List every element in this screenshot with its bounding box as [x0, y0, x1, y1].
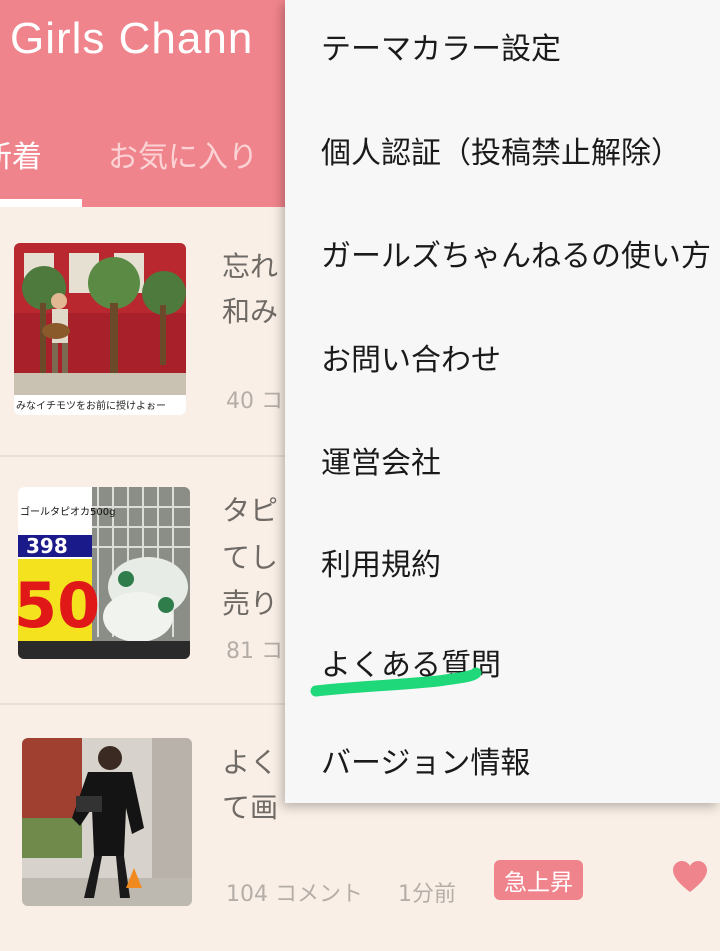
thumbnail: みなイチモツをお前に授けよぉー [14, 243, 186, 415]
thumbnail: ゴールタピオカ500g 398 50 [18, 487, 190, 659]
trending-badge: 急上昇 [494, 860, 583, 900]
highlight-underline [310, 667, 482, 697]
comment-count: 81 コ [226, 639, 283, 664]
menu-item-theme-color[interactable]: テーマカラー設定 [321, 24, 561, 68]
menu-item-contact[interactable]: お問い合わせ [321, 335, 501, 379]
menu-item-personal-auth[interactable]: 個人認証（投稿禁止解除） [321, 128, 681, 172]
app-title: Girls Chann [10, 14, 254, 63]
sign-text: ゴールタピオカ500g [20, 505, 115, 518]
menu-item-version[interactable]: バージョン情報 [321, 738, 530, 782]
thumb-caption: みなイチモツをお前に授けよぉー [16, 399, 166, 412]
menu-item-terms[interactable]: 利用規約 [321, 540, 441, 584]
heart-icon[interactable] [672, 860, 708, 894]
tab-indicator [0, 199, 82, 207]
post-time: 1分前 [398, 882, 456, 907]
tab-favorites[interactable]: お気に入り [108, 132, 258, 176]
sign-big-number: 50 [18, 569, 100, 642]
sign-price: 398 [26, 534, 68, 558]
tab-new[interactable]: 新着 [0, 132, 82, 176]
thumbnail [22, 738, 192, 906]
menu-item-company[interactable]: 運営会社 [321, 438, 441, 482]
menu-item-how-to-use[interactable]: ガールズちゃんねるの使い方 [321, 231, 711, 275]
comment-count: 104 コメント [226, 882, 363, 907]
